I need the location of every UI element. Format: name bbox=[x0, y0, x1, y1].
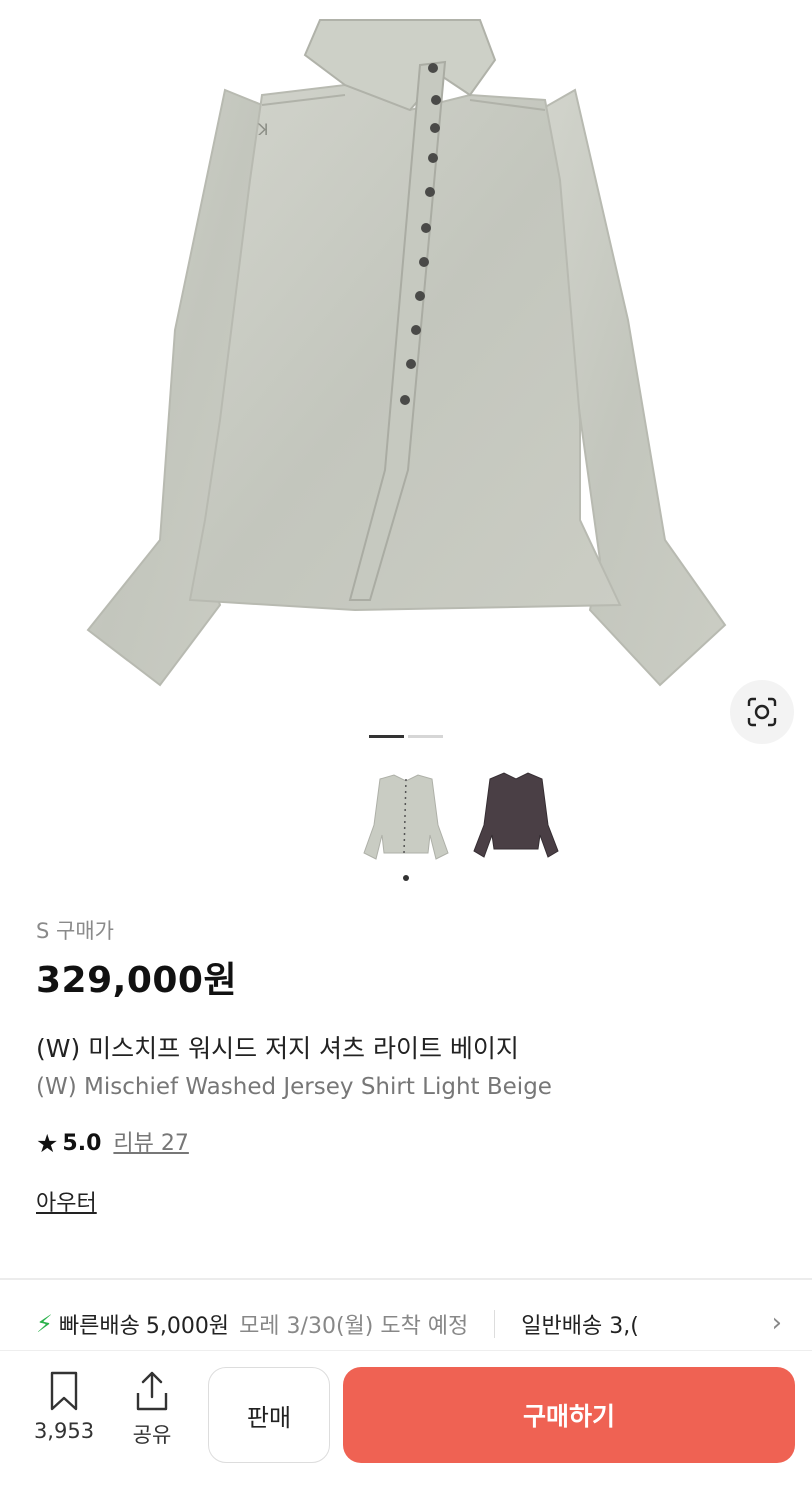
lens-search-button[interactable] bbox=[730, 680, 794, 744]
rating-score: 5.0 bbox=[62, 1131, 102, 1156]
fast-delivery-label: 빠른배송 bbox=[58, 1314, 140, 1339]
product-main-image[interactable]: ꓘ bbox=[0, 0, 812, 760]
thumbnail-selected-dot bbox=[403, 875, 409, 881]
size-price-label: S 구매가 bbox=[36, 919, 114, 943]
save-button[interactable]: 3,953 bbox=[24, 1369, 104, 1443]
fast-delivery-eta: 모레 3/30(월) 도착 예정 bbox=[239, 1314, 469, 1339]
section-divider bbox=[0, 1278, 812, 1280]
share-label: 공유 bbox=[132, 1423, 172, 1447]
delivery-separator bbox=[494, 1310, 496, 1338]
pager-indicator-1 bbox=[369, 735, 404, 738]
share-icon bbox=[136, 1371, 168, 1411]
price: 329,000원 bbox=[36, 960, 238, 1001]
thumbnail-light-beige[interactable] bbox=[362, 765, 450, 865]
category-link[interactable]: 아우터 bbox=[36, 1189, 776, 1219]
buy-button[interactable]: 구매하기 bbox=[343, 1367, 795, 1463]
bookmark-icon bbox=[50, 1371, 78, 1411]
product-info: S 구매가 329,000원 (W) 미스치프 워시드 저지 셔츠 라이트 베이… bbox=[36, 915, 776, 1219]
svg-text:ꓘ: ꓘ bbox=[257, 120, 269, 139]
review-link[interactable]: 리뷰 27 bbox=[113, 1129, 188, 1159]
lens-search-icon bbox=[747, 697, 777, 727]
pager-indicator-2 bbox=[408, 735, 443, 738]
image-pager bbox=[369, 735, 443, 738]
fast-delivery-fee: 5,000원 bbox=[145, 1314, 230, 1339]
product-title-ko: (W) 미스치프 워시드 저지 셔츠 라이트 베이지 bbox=[36, 1034, 519, 1063]
rating-row: ★ 5.0 리뷰 27 bbox=[36, 1129, 776, 1159]
normal-delivery: 일반배송 3,( bbox=[521, 1314, 639, 1339]
delivery-options[interactable]: ⚡ 빠른배송 5,000원 모레 3/30(월) 도착 예정 일반배송 3,( … bbox=[36, 1302, 812, 1346]
save-count: 3,953 bbox=[33, 1419, 95, 1443]
product-title-en: (W) Mischief Washed Jersey Shirt Light B… bbox=[36, 1074, 552, 1100]
share-button[interactable]: 공유 bbox=[112, 1369, 192, 1449]
color-thumbnails bbox=[362, 765, 560, 865]
bottom-action-bar: 3,953 공유 판매 구매하기 bbox=[0, 1350, 812, 1500]
chevron-right-icon[interactable]: › bbox=[765, 1308, 782, 1338]
star-icon: ★ bbox=[36, 1129, 59, 1158]
shirt-illustration: ꓘ bbox=[86, 19, 727, 687]
lightning-icon: ⚡ bbox=[36, 1310, 53, 1338]
thumbnail-dark-purple[interactable] bbox=[472, 765, 560, 865]
sell-button[interactable]: 판매 bbox=[208, 1367, 330, 1463]
